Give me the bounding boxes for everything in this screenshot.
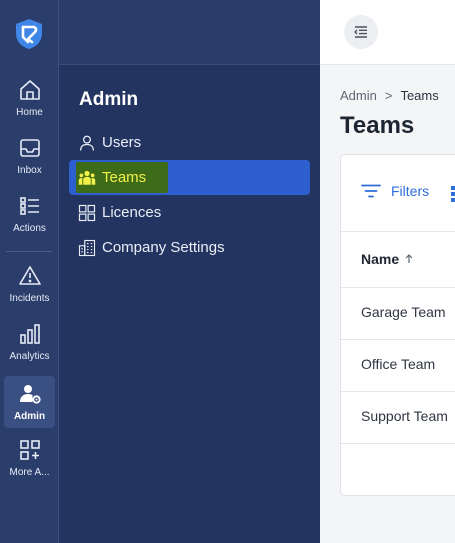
admin-side-panel: Admin Users Teams Licences Company Setti…: [59, 0, 320, 543]
breadcrumb-parent-link[interactable]: Admin: [340, 88, 377, 103]
sort-ascending-icon: [405, 254, 413, 263]
teams-table-card: Filters Name Garage Team Office Team Sup…: [340, 154, 455, 496]
side-item-label: Teams: [102, 169, 147, 186]
table-row[interactable]: Garage Team: [341, 287, 455, 339]
side-item-label: Users: [102, 134, 142, 151]
side-item-licences[interactable]: Licences: [69, 195, 310, 230]
side-item-label: Company Settings: [102, 239, 225, 256]
table-row[interactable]: Office Team: [341, 339, 455, 391]
list-icon: [19, 197, 39, 215]
table-cell-name: Support Team: [361, 408, 448, 424]
rail-item-label: Actions: [13, 223, 46, 234]
breadcrumb-current: Teams: [400, 88, 439, 103]
filters-button[interactable]: Filters: [361, 183, 429, 199]
side-item-users[interactable]: Users: [69, 125, 310, 160]
rail-item-home[interactable]: Home: [4, 72, 55, 124]
filter-icon: [361, 184, 381, 198]
warning-icon: [18, 266, 41, 285]
side-item-teams[interactable]: Teams: [69, 160, 310, 195]
rail-item-incidents[interactable]: Incidents: [4, 258, 55, 310]
toolbar-divider: [341, 231, 455, 232]
table-cell-name: Office Team: [361, 356, 436, 372]
rail-item-label: Inbox: [17, 165, 42, 176]
side-panel-title: Admin: [79, 89, 139, 110]
logo-icon[interactable]: [15, 18, 43, 50]
rail-item-label: Home: [16, 107, 43, 118]
rail-item-admin[interactable]: Admin: [4, 376, 55, 428]
side-item-company-settings[interactable]: Company Settings: [69, 230, 310, 265]
column-header-label: Name: [361, 251, 400, 267]
side-panel-header: [59, 0, 320, 65]
breadcrumb: Admin > Teams: [340, 88, 439, 103]
table-row-empty: [341, 443, 455, 495]
rail-item-more-apps[interactable]: More A...: [4, 432, 55, 484]
breadcrumb-separator: >: [384, 88, 393, 103]
rail-item-analytics[interactable]: Analytics: [4, 316, 55, 368]
page-title: Teams: [340, 112, 415, 139]
collapse-menu-icon: [354, 26, 367, 38]
bar-chart-icon: [19, 324, 40, 344]
rail-item-label: More A...: [9, 467, 50, 478]
side-item-label: Licences: [102, 204, 162, 221]
nav-rail: Home Inbox Actions Incidents Analytics A…: [0, 0, 59, 543]
table-cell-name: Garage Team: [361, 304, 446, 320]
building-icon: [78, 239, 96, 256]
filters-label: Filters: [391, 183, 430, 199]
collapse-menu-button[interactable]: [344, 15, 378, 49]
rail-item-label: Analytics: [9, 351, 50, 362]
inbox-icon: [19, 139, 40, 157]
user-settings-icon: [19, 385, 41, 404]
user-icon: [79, 135, 95, 151]
top-bar: [320, 0, 455, 65]
team-icon: [78, 170, 96, 185]
rail-item-label: Incidents: [9, 293, 50, 304]
rail-divider: [6, 251, 52, 252]
table-row[interactable]: Support Team: [341, 391, 455, 443]
home-icon: [19, 80, 40, 100]
column-header-name[interactable]: Name: [361, 251, 413, 267]
rail-item-actions[interactable]: Actions: [4, 188, 55, 240]
grid-icon: [78, 204, 96, 221]
rail-item-label: Admin: [13, 411, 46, 422]
apps-add-icon: [19, 440, 40, 460]
rail-item-inbox[interactable]: Inbox: [4, 130, 55, 182]
columns-icon[interactable]: [451, 186, 455, 202]
